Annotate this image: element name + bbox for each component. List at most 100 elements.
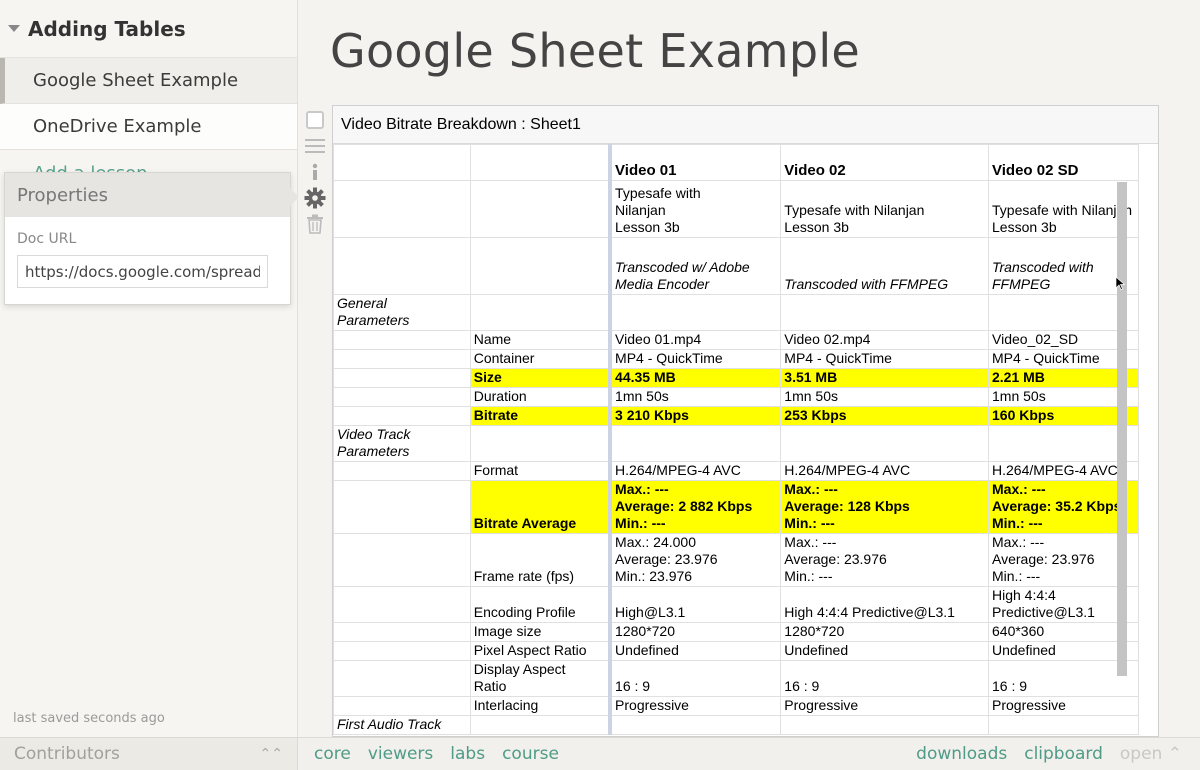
section-label[interactable]: General Parameters <box>333 294 471 331</box>
row-label[interactable]: Image size <box>469 622 613 642</box>
nav-core[interactable]: core <box>314 744 351 764</box>
row-label[interactable]: Frame rate (fps) <box>469 533 613 587</box>
row-label[interactable]: Pixel Aspect Ratio <box>469 641 613 661</box>
table-cell[interactable] <box>988 294 1139 331</box>
table-cell[interactable]: 1mn 50s <box>780 387 989 407</box>
table-cell[interactable] <box>469 144 613 181</box>
table-cell[interactable]: Progressive <box>988 696 1139 716</box>
nav-open[interactable]: open ⌃ <box>1120 744 1182 764</box>
table-cell[interactable]: Typesafe with Nilanjan Lesson 3b <box>780 180 989 238</box>
table-cell[interactable]: 1mn 50s <box>988 387 1139 407</box>
row-label[interactable]: Display Aspect Ratio <box>469 660 613 697</box>
table-cell[interactable] <box>469 425 613 462</box>
table-cell[interactable]: 253 Kbps <box>780 406 989 426</box>
table-cell[interactable] <box>333 480 471 534</box>
table-cell[interactable]: Max.: --- Average: 23.976 Min.: --- <box>988 533 1139 587</box>
table-cell[interactable] <box>780 294 989 331</box>
table-cell[interactable] <box>333 533 471 587</box>
table-cell[interactable]: High 4:4:4 Predictive@L3.1 <box>988 586 1139 623</box>
table-cell[interactable]: Undefined <box>780 641 989 661</box>
table-cell[interactable]: MP4 - QuickTime <box>780 349 989 369</box>
table-cell[interactable]: High@L3.1 <box>609 586 782 623</box>
lesson-item-google-sheet[interactable]: Google Sheet Example <box>0 58 297 104</box>
table-cell[interactable] <box>469 715 613 735</box>
table-cell[interactable] <box>333 349 471 369</box>
table-cell[interactable] <box>333 406 471 426</box>
table-cell[interactable] <box>333 461 471 481</box>
column-header[interactable]: Video 01 <box>609 144 782 181</box>
table-cell[interactable]: Transcoded w/ Adobe Media Encoder <box>609 237 782 295</box>
column-header[interactable]: Video 02 SD <box>988 144 1139 181</box>
table-cell[interactable]: Typesafe with Nilanjan Lesson 3b <box>988 180 1139 238</box>
gear-icon[interactable] <box>303 185 327 211</box>
table-cell[interactable]: Max.: --- Average: 2 882 Kbps Min.: --- <box>609 480 782 534</box>
nav-clipboard[interactable]: clipboard <box>1024 744 1103 764</box>
table-cell[interactable]: 16 : 9 <box>609 660 782 697</box>
table-cell[interactable]: Transcoded with FFMPEG <box>780 237 989 295</box>
table-cell[interactable] <box>609 715 782 735</box>
table-cell[interactable]: Typesafe with Nilanjan Lesson 3b <box>609 180 782 238</box>
row-label[interactable]: Size <box>469 368 613 388</box>
double-chevron-up-icon[interactable]: ⌃⌃ <box>260 746 283 762</box>
row-label[interactable]: Format <box>469 461 613 481</box>
table-cell[interactable] <box>333 180 471 238</box>
table-cell[interactable]: High 4:4:4 Predictive@L3.1 <box>780 586 989 623</box>
table-cell[interactable]: MP4 - QuickTime <box>609 349 782 369</box>
table-cell[interactable]: Max.: --- Average: 23.976 Min.: --- <box>780 533 989 587</box>
table-cell[interactable]: 16 : 9 <box>780 660 989 697</box>
table-cell[interactable] <box>609 294 782 331</box>
table-cell[interactable]: 1mn 50s <box>609 387 782 407</box>
table-cell[interactable] <box>469 180 613 238</box>
table-cell[interactable]: H.264/MPEG-4 AVC <box>780 461 989 481</box>
drag-lines-icon[interactable] <box>303 133 327 159</box>
table-cell[interactable]: MP4 - QuickTime <box>988 349 1139 369</box>
table-cell[interactable] <box>780 715 989 735</box>
sheet-grid-container[interactable]: Video 01 Video 02 Video 02 SD Typesafe with… <box>333 144 1139 736</box>
table-cell[interactable] <box>469 237 613 295</box>
nav-downloads[interactable]: downloads <box>916 744 1007 764</box>
checkbox-icon[interactable] <box>303 107 327 133</box>
nav-course[interactable]: course <box>502 744 559 764</box>
table-cell[interactable] <box>609 425 782 462</box>
table-cell[interactable]: Progressive <box>780 696 989 716</box>
row-label[interactable]: Interlacing <box>469 696 613 716</box>
table-cell[interactable] <box>333 586 471 623</box>
nav-viewers[interactable]: viewers <box>368 744 433 764</box>
table-cell[interactable]: Video_02_SD <box>988 330 1139 350</box>
vertical-scrollbar[interactable] <box>1117 182 1127 676</box>
table-cell[interactable] <box>333 696 471 716</box>
table-cell[interactable]: Video 02.mp4 <box>780 330 989 350</box>
table-cell[interactable]: Max.: --- Average: 128 Kbps Min.: --- <box>780 480 989 534</box>
caret-down-icon[interactable] <box>8 25 20 32</box>
row-label[interactable]: Name <box>469 330 613 350</box>
row-label[interactable]: Bitrate Average <box>469 480 613 534</box>
table-cell[interactable]: 2.21 MB <box>988 368 1139 388</box>
info-icon[interactable] <box>303 159 327 185</box>
table-cell[interactable] <box>333 622 471 642</box>
section-label[interactable]: First Audio Track <box>333 715 471 735</box>
section-label[interactable]: Video Track Parameters <box>333 425 471 462</box>
table-cell[interactable] <box>780 425 989 462</box>
row-label[interactable]: Container <box>469 349 613 369</box>
doc-url-input[interactable] <box>17 255 268 288</box>
table-cell[interactable] <box>333 641 471 661</box>
table-cell[interactable] <box>333 387 471 407</box>
table-cell[interactable]: 1280*720 <box>780 622 989 642</box>
table-cell[interactable]: 640*360 <box>988 622 1139 642</box>
row-label[interactable]: Duration <box>469 387 613 407</box>
trash-icon[interactable] <box>303 211 327 237</box>
table-cell[interactable]: Max.: --- Average: 35.2 Kbps Min.: --- <box>988 480 1139 534</box>
contributors-toggle[interactable]: Contributors ⌃⌃ <box>0 737 298 770</box>
table-cell[interactable] <box>333 330 471 350</box>
section-header[interactable]: Adding Tables <box>0 0 297 58</box>
table-cell[interactable]: H.264/MPEG-4 AVC <box>988 461 1139 481</box>
table-cell[interactable] <box>333 144 471 181</box>
table-cell[interactable]: 16 : 9 <box>988 660 1139 697</box>
table-cell[interactable]: 44.35 MB <box>609 368 782 388</box>
row-label[interactable]: Bitrate <box>469 406 613 426</box>
table-cell[interactable] <box>469 294 613 331</box>
table-cell[interactable] <box>333 237 471 295</box>
table-cell[interactable]: 3.51 MB <box>780 368 989 388</box>
table-cell[interactable]: H.264/MPEG-4 AVC <box>609 461 782 481</box>
table-cell[interactable]: Undefined <box>609 641 782 661</box>
